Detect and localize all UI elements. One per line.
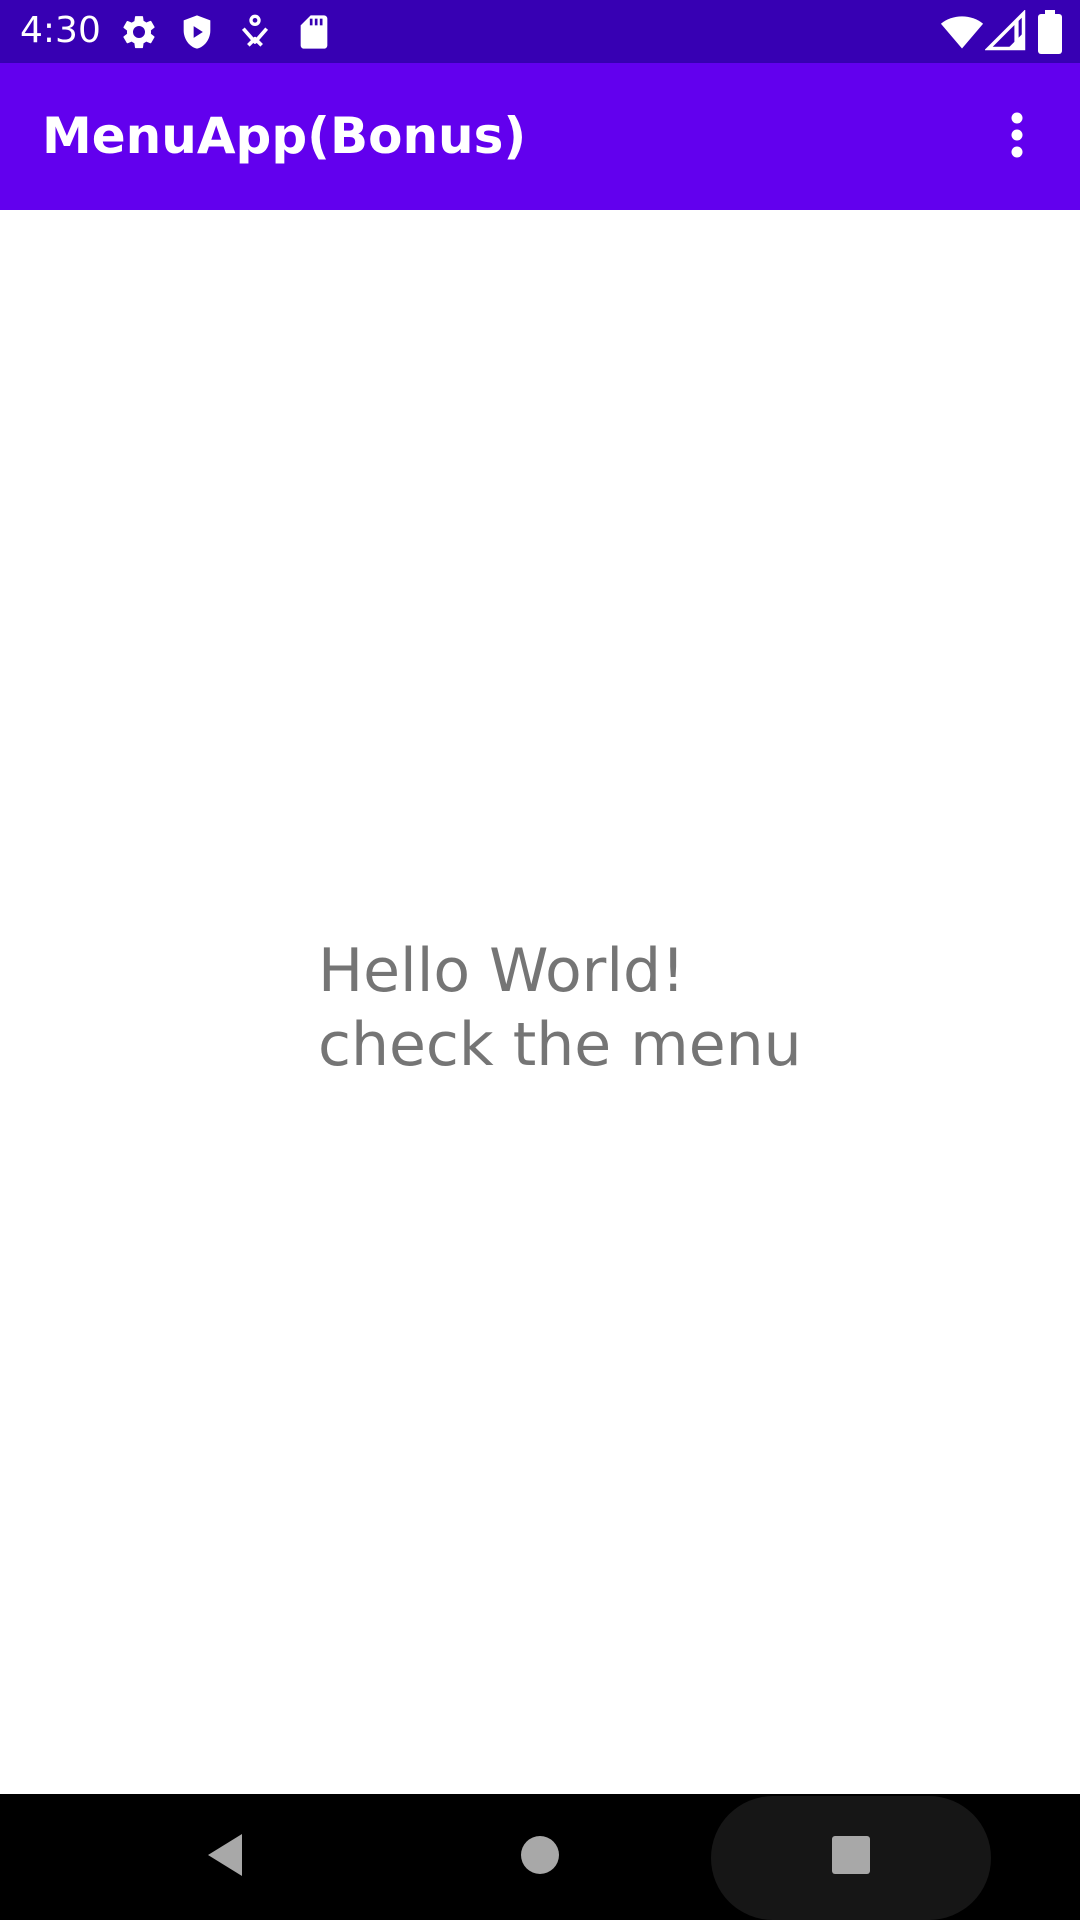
app-bar: MenuApp(Bonus) [0, 63, 1080, 210]
cellular-signal-icon [984, 9, 1027, 52]
sd-card-icon [294, 12, 334, 52]
recents-button[interactable] [806, 1794, 896, 1920]
hello-message: Hello World! check the menu [318, 936, 802, 1080]
back-icon [202, 1830, 248, 1884]
wifi-icon [940, 10, 984, 54]
home-button[interactable] [495, 1794, 585, 1920]
shield-play-icon [177, 12, 217, 52]
back-button[interactable] [180, 1794, 270, 1920]
settings-gear-icon [119, 12, 159, 52]
navigation-bar [0, 1794, 1080, 1920]
status-time: 4:30 [20, 10, 101, 51]
status-bar: 4:30 [0, 0, 1080, 63]
app-title: MenuApp(Bonus) [42, 107, 527, 165]
accessibility-icon [235, 12, 275, 52]
home-icon [520, 1835, 560, 1879]
more-vert-icon [1010, 112, 1024, 162]
battery-icon [1036, 10, 1064, 54]
overflow-menu-button[interactable] [954, 63, 1080, 210]
recents-icon [831, 1835, 871, 1879]
main-content: Hello World! check the menu [0, 210, 1080, 1794]
